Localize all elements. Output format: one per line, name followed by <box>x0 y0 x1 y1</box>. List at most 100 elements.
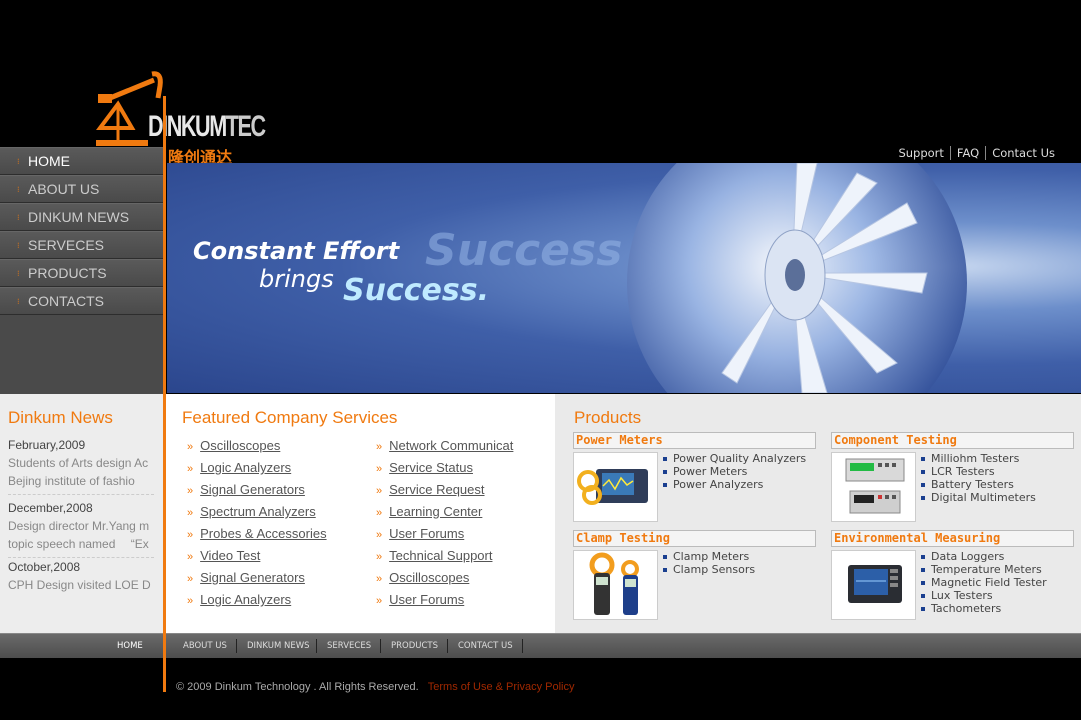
bottom-nav-serveces[interactable]: SERVECES <box>327 641 371 651</box>
service-link[interactable]: » Logic Analyzers <box>187 460 291 475</box>
bullet-icon <box>921 568 925 572</box>
divider <box>447 639 448 653</box>
double-chevron-icon: » <box>376 463 383 475</box>
product-box-title[interactable]: Clamp Testing <box>573 530 816 547</box>
bullet-icon <box>663 457 667 461</box>
nav-item-contacts[interactable]: ⁝ CONTACTS <box>0 287 163 315</box>
service-link[interactable]: » Oscilloscopes <box>376 570 469 585</box>
globe-fan-graphic <box>627 163 967 393</box>
nav-item-about-us[interactable]: ⁝ ABOUT US <box>0 175 163 203</box>
banner-ghost-text: Success <box>425 225 623 276</box>
double-chevron-icon: » <box>376 529 383 541</box>
service-link[interactable]: » Oscilloscopes <box>187 438 280 453</box>
service-link[interactable]: » Technical Support <box>376 548 492 563</box>
service-link[interactable]: » Learning Center <box>376 504 482 519</box>
bullet-icon: ⁝ <box>17 184 20 194</box>
product-list-item[interactable]: Tachometers <box>921 602 1047 615</box>
double-chevron-icon: » <box>187 507 194 519</box>
bullet-icon <box>921 581 925 585</box>
bottom-nav-about-us[interactable]: ABOUT US <box>183 641 227 651</box>
divider <box>316 639 317 653</box>
double-chevron-icon: » <box>376 441 383 453</box>
nav-item-products[interactable]: ⁝ PRODUCTS <box>0 259 163 287</box>
product-list-item[interactable]: Milliohm Testers <box>921 452 1036 465</box>
terms-privacy-link[interactable]: Terms of Use & Privacy Policy <box>428 681 575 693</box>
bullet-icon: ⁝ <box>17 268 20 278</box>
bullet-icon <box>663 568 667 572</box>
top-links: Support FAQ Contact Us <box>892 146 1061 160</box>
service-link[interactable]: » Logic Analyzers <box>187 592 291 607</box>
power-meter-image[interactable] <box>573 452 658 522</box>
product-list-item[interactable]: Battery Testers <box>921 478 1036 491</box>
bullet-icon: ⁝ <box>17 296 20 306</box>
service-link[interactable]: » Probes & Accessories <box>187 526 327 541</box>
footer: © 2009 Dinkum Technology . All Rights Re… <box>176 681 574 693</box>
product-box-power-meters: Power Meters Power Quality Analyzers Pow… <box>573 432 816 522</box>
bottom-nav-contact-us[interactable]: CONTACT US <box>458 641 513 651</box>
component-tester-image[interactable] <box>831 452 916 522</box>
bullet-icon: ⁝ <box>17 156 20 166</box>
double-chevron-icon: » <box>187 573 194 585</box>
service-link[interactable]: » Signal Generators <box>187 570 305 585</box>
product-list-item[interactable]: Magnetic Field Tester <box>921 576 1047 589</box>
service-link[interactable]: » User Forums <box>376 526 464 541</box>
product-list-item[interactable]: Power Meters <box>663 465 806 478</box>
news-item[interactable]: October,2008 CPH Design visited LOE D <box>8 558 154 594</box>
service-link[interactable]: » Video Test <box>187 548 260 563</box>
data-logger-image[interactable] <box>831 550 916 620</box>
service-link[interactable]: » Service Request <box>376 482 485 497</box>
service-link[interactable]: » User Forums <box>376 592 464 607</box>
divider <box>236 639 237 653</box>
bullet-icon <box>921 483 925 487</box>
bullet-icon <box>921 594 925 598</box>
product-list-item[interactable]: Digital Multimeters <box>921 491 1036 504</box>
news-item[interactable]: February,2009 Students of Arts design Ac… <box>8 436 154 490</box>
service-link[interactable]: » Network Communicat <box>376 438 513 453</box>
left-navigation: ⁝ HOME ⁝ ABOUT US ⁝ DINKUM NEWS ⁝ SERVECES ⁝… <box>0 147 163 394</box>
service-link[interactable]: » Signal Generators <box>187 482 305 497</box>
product-list-item[interactable]: LCR Testers <box>921 465 1036 478</box>
banner-headline-3: Success. <box>343 273 489 308</box>
double-chevron-icon: » <box>187 463 194 475</box>
contact-us-link[interactable]: Contact Us <box>985 146 1061 160</box>
product-list-item[interactable]: Power Analyzers <box>663 478 806 491</box>
double-chevron-icon: » <box>376 595 383 607</box>
faq-link[interactable]: FAQ <box>949 146 985 160</box>
double-chevron-icon: » <box>187 485 194 497</box>
product-box-title[interactable]: Component Testing <box>831 432 1074 449</box>
services-column: Featured Company Services » Oscilloscopes… <box>166 394 555 633</box>
product-list-item[interactable]: Lux Testers <box>921 589 1047 602</box>
product-box-environmental-measuring: Environmental Measuring Data Loggers Tem… <box>831 530 1074 620</box>
bottom-nav-home[interactable]: HOME <box>117 641 143 651</box>
products-title: Products <box>574 408 642 427</box>
nav-item-home[interactable]: ⁝ HOME <box>0 147 163 175</box>
banner-headline-2: brings <box>259 265 334 293</box>
double-chevron-icon: » <box>376 485 383 497</box>
bullet-icon: ⁝ <box>17 240 20 250</box>
copyright-text: © 2009 Dinkum Technology . All Rights Re… <box>176 681 419 693</box>
double-chevron-icon: » <box>376 507 383 519</box>
product-list-item[interactable]: Clamp Meters <box>663 550 755 563</box>
product-box-title[interactable]: Environmental Measuring <box>831 530 1074 547</box>
product-list-item[interactable]: Clamp Sensors <box>663 563 755 576</box>
bullet-icon <box>663 483 667 487</box>
product-list-item[interactable]: Power Quality Analyzers <box>663 452 806 465</box>
product-list-item[interactable]: Temperature Meters <box>921 563 1047 576</box>
divider <box>8 494 154 495</box>
service-link[interactable]: » Service Status <box>376 460 473 475</box>
clamp-meter-image[interactable] <box>573 550 658 620</box>
news-column: Dinkum News February,2009 Students of Ar… <box>0 394 163 633</box>
bullet-icon <box>921 607 925 611</box>
double-chevron-icon: » <box>376 551 383 563</box>
news-item[interactable]: December,2008 Design director Mr.Yang m … <box>8 499 154 553</box>
product-box-title[interactable]: Power Meters <box>573 432 816 449</box>
bullet-icon <box>921 470 925 474</box>
product-list-item[interactable]: Data Loggers <box>921 550 1047 563</box>
bottom-nav-products[interactable]: PRODUCTS <box>391 641 438 651</box>
nav-item-dinkum-news[interactable]: ⁝ DINKUM NEWS <box>0 203 163 231</box>
bullet-icon <box>921 496 925 500</box>
nav-item-serveces[interactable]: ⁝ SERVECES <box>0 231 163 259</box>
support-link[interactable]: Support <box>892 146 949 160</box>
service-link[interactable]: » Spectrum Analyzers <box>187 504 316 519</box>
bottom-nav-dinkum-news[interactable]: DINKUM NEWS <box>247 641 310 651</box>
